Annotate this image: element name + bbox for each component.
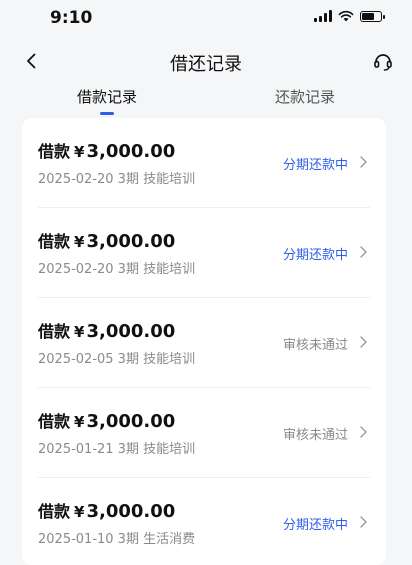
chevron-right-icon bbox=[360, 246, 367, 258]
chevron-right-icon bbox=[360, 156, 367, 168]
status-bar: 9:10 bbox=[0, 0, 412, 40]
status-icons bbox=[314, 10, 385, 22]
nav-bar: 借还记录 bbox=[0, 40, 412, 84]
tab-repay-records[interactable]: 还款记录 bbox=[275, 86, 335, 107]
amount-line: 借款 ¥ 3,000.00 bbox=[38, 318, 175, 342]
records-card: 借款 ¥ 3,000.00 2025-02-20 3期 技能培训 分期还款中 借… bbox=[22, 118, 386, 565]
record-label: 借款 bbox=[38, 232, 71, 251]
status-badge: 分期还款中 bbox=[282, 158, 348, 173]
currency-symbol: ¥ bbox=[74, 323, 85, 341]
tab-bar: 借款记录 还款记录 bbox=[0, 84, 412, 118]
list-item[interactable]: 借款 ¥ 3,000.00 2025-02-05 3期 技能培训 审核未通过 bbox=[22, 298, 386, 388]
record-amount: 3,000.00 bbox=[86, 321, 176, 342]
status-badge: 审核未通过 bbox=[282, 428, 348, 443]
record-label: 借款 bbox=[38, 412, 71, 431]
record-meta: 2025-01-10 3期 生活消费 bbox=[38, 532, 196, 547]
record-amount: 3,000.00 bbox=[86, 411, 176, 432]
chevron-right-icon bbox=[360, 336, 367, 348]
currency-symbol: ¥ bbox=[74, 413, 85, 431]
record-amount: 3,000.00 bbox=[86, 231, 176, 252]
list-item[interactable]: 借款 ¥ 3,000.00 2025-02-20 3期 技能培训 分期还款中 bbox=[22, 208, 386, 298]
list-item[interactable]: 借款 ¥ 3,000.00 2025-01-21 3期 技能培训 审核未通过 bbox=[22, 388, 386, 478]
currency-symbol: ¥ bbox=[74, 233, 85, 251]
record-amount: 3,000.00 bbox=[86, 501, 176, 522]
record-amount: 3,000.00 bbox=[86, 141, 176, 162]
chevron-right-icon bbox=[360, 516, 367, 528]
record-meta: 2025-02-20 3期 技能培训 bbox=[38, 262, 196, 277]
record-meta: 2025-01-21 3期 技能培训 bbox=[38, 442, 196, 457]
currency-symbol: ¥ bbox=[74, 503, 85, 521]
record-label: 借款 bbox=[38, 142, 71, 161]
headset-icon[interactable] bbox=[372, 50, 394, 72]
record-meta: 2025-02-20 3期 技能培训 bbox=[38, 172, 196, 187]
amount-line: 借款 ¥ 3,000.00 bbox=[38, 408, 175, 432]
page-title: 借还记录 bbox=[170, 54, 242, 75]
record-meta: 2025-02-05 3期 技能培训 bbox=[38, 352, 196, 367]
signal-icon bbox=[314, 10, 332, 22]
amount-line: 借款 ¥ 3,000.00 bbox=[38, 228, 175, 252]
wifi-icon bbox=[338, 10, 354, 22]
amount-line: 借款 ¥ 3,000.00 bbox=[38, 138, 175, 162]
status-badge: 审核未通过 bbox=[282, 338, 348, 353]
record-label: 借款 bbox=[38, 502, 71, 521]
status-time: 9:10 bbox=[50, 8, 93, 28]
list-item[interactable]: 借款 ¥ 3,000.00 2025-01-10 3期 生活消费 分期还款中 bbox=[22, 478, 386, 565]
record-label: 借款 bbox=[38, 322, 71, 341]
amount-line: 借款 ¥ 3,000.00 bbox=[38, 498, 175, 522]
currency-symbol: ¥ bbox=[74, 143, 85, 161]
chevron-right-icon bbox=[360, 426, 367, 438]
status-badge: 分期还款中 bbox=[282, 518, 348, 533]
battery-icon bbox=[360, 10, 385, 22]
tab-active-indicator bbox=[100, 112, 114, 115]
list-item[interactable]: 借款 ¥ 3,000.00 2025-02-20 3期 技能培训 分期还款中 bbox=[22, 118, 386, 208]
tab-borrow-records[interactable]: 借款记录 bbox=[77, 86, 137, 107]
status-badge: 分期还款中 bbox=[282, 248, 348, 263]
